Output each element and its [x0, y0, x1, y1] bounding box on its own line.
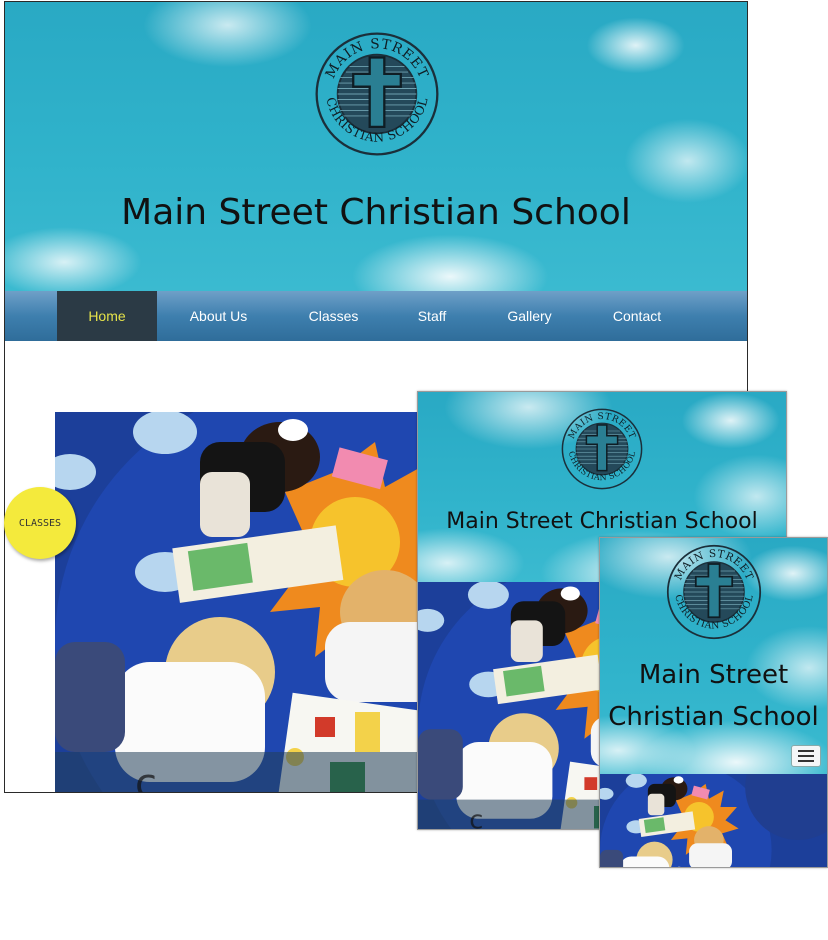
nav-home[interactable]: Home — [57, 291, 157, 341]
hamburger-menu-icon[interactable] — [791, 745, 821, 767]
mobile-header-sky-background: Main Street Christian School — [600, 538, 827, 774]
nav-gallery[interactable]: Gallery — [477, 291, 582, 341]
nav-contact[interactable]: Contact — [582, 291, 692, 341]
classes-badge[interactable]: CLASSES — [4, 487, 76, 559]
main-nav: Home About Us Classes Staff Gallery Cont… — [5, 291, 747, 341]
mobile-school-logo — [665, 543, 763, 641]
nav-classes[interactable]: Classes — [280, 291, 387, 341]
site-title: Main Street Christian School — [121, 192, 631, 233]
mobile-classroom-photo — [600, 774, 827, 867]
school-logo — [313, 30, 441, 158]
mobile-site-title: Main Street Christian School — [608, 660, 819, 732]
tablet-school-logo — [560, 407, 644, 491]
nav-staff[interactable]: Staff — [387, 291, 477, 341]
header-sky-background: Main Street Christian School — [5, 2, 747, 291]
nav-about-us[interactable]: About Us — [157, 291, 280, 341]
tablet-site-title: Main Street Christian School — [446, 509, 758, 534]
mobile-screenshot: Main Street Christian School — [599, 537, 828, 868]
